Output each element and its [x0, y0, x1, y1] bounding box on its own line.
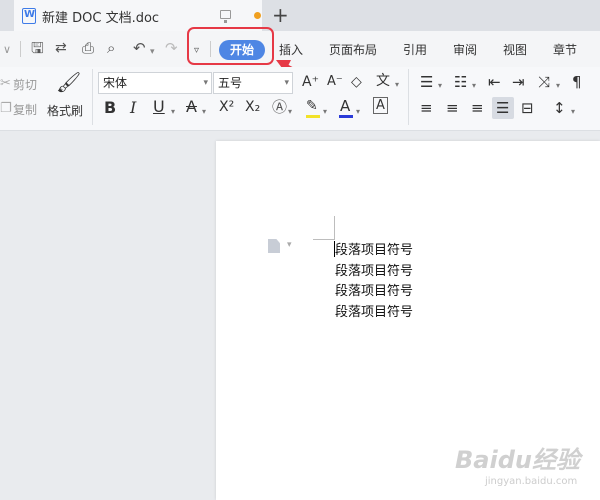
print-icon[interactable]: ⎙: [82, 39, 94, 57]
show-hide-marks-icon[interactable]: ¶: [572, 73, 582, 91]
character-shading-button[interactable]: A: [373, 97, 388, 114]
paragraph-line[interactable]: 段落项目符号: [335, 239, 413, 258]
redo-icon[interactable]: ↷: [165, 39, 178, 57]
divider: [20, 41, 21, 57]
cut-label[interactable]: 剪切: [13, 76, 37, 93]
save-icon[interactable]: 🖫: [31, 39, 44, 57]
margin-corner-mark: [334, 216, 335, 239]
font-size-select[interactable]: 五号 ▾: [213, 72, 293, 94]
strikethrough-button[interactable]: A: [186, 98, 197, 116]
line-spacing-icon[interactable]: ↕: [553, 99, 566, 117]
chevron-down-icon[interactable]: ▾: [323, 103, 327, 121]
chevron-down-icon[interactable]: ▾: [287, 240, 292, 250]
grow-font-icon[interactable]: A⁺: [302, 73, 319, 91]
tab-page-layout[interactable]: 页面布局: [329, 41, 377, 58]
monitor-icon[interactable]: [220, 10, 231, 23]
unsaved-indicator: [254, 12, 261, 19]
export-icon[interactable]: ⇄: [55, 39, 67, 57]
margin-corner-mark: [313, 239, 335, 240]
cut-icon[interactable]: ✂: [0, 75, 11, 93]
format-painter-label[interactable]: 格式刷: [47, 102, 83, 119]
decrease-indent-icon[interactable]: ⇤: [488, 73, 501, 91]
text-effect-icon[interactable]: Ⓐ: [272, 98, 287, 116]
chevron-down-icon: ▾: [203, 78, 208, 88]
divider: [408, 69, 409, 125]
writer-doc-icon: [22, 8, 36, 24]
increase-indent-icon[interactable]: ⇥: [512, 73, 525, 91]
font-name-select[interactable]: 宋体 ▾: [98, 72, 212, 94]
justify-icon[interactable]: ☰: [496, 99, 509, 117]
chevron-down-icon[interactable]: ▾: [438, 77, 442, 95]
shrink-font-icon[interactable]: A⁻: [327, 73, 343, 91]
chevron-down-icon: ▾: [284, 78, 289, 88]
annotation-highlight-box: [187, 27, 274, 65]
format-painter-icon[interactable]: 🖌: [56, 71, 81, 93]
watermark-url: jingyan.baidu.com: [485, 476, 578, 487]
chevron-down-icon[interactable]: ▾: [288, 103, 292, 121]
watermark-logo: Baidu经验: [455, 446, 580, 474]
tab-review[interactable]: 审阅: [453, 41, 477, 58]
undo-icon[interactable]: ↶: [133, 39, 146, 57]
align-center-icon[interactable]: ≡: [446, 99, 459, 117]
subscript-button[interactable]: X₂: [245, 98, 260, 116]
font-color-button[interactable]: A: [340, 97, 350, 115]
underline-button[interactable]: U: [153, 98, 165, 116]
document-title: 新建 DOC 文档.doc: [42, 11, 160, 26]
font-size-value: 五号: [218, 76, 243, 90]
align-left-icon[interactable]: ≡: [420, 99, 433, 117]
title-bar: 新建 DOC 文档.doc +: [0, 0, 600, 31]
superscript-button[interactable]: X²: [219, 98, 234, 116]
pinyin-guide-icon[interactable]: 文: [376, 72, 390, 90]
undo-dropdown-icon[interactable]: ▾: [150, 43, 155, 61]
copy-label[interactable]: 复制: [13, 101, 37, 118]
align-right-icon[interactable]: ≡: [471, 99, 484, 117]
tab-chapter[interactable]: 章节: [553, 41, 577, 58]
tab-references[interactable]: 引用: [403, 41, 427, 58]
new-tab-button[interactable]: +: [272, 3, 289, 27]
highlight-color-bar: [306, 115, 320, 118]
paragraph-line[interactable]: 段落项目符号: [335, 260, 413, 279]
chevron-down-icon[interactable]: ▾: [202, 103, 206, 121]
chevron-down-icon[interactable]: ▾: [171, 103, 175, 121]
font-name-value: 宋体: [103, 76, 128, 90]
chinese-layout-icon[interactable]: ⤨: [538, 73, 550, 91]
chevron-down-icon[interactable]: ∨: [3, 41, 11, 59]
clear-format-icon[interactable]: ◇: [351, 73, 362, 91]
bullet-list-icon[interactable]: ☰: [420, 73, 433, 91]
tab-view[interactable]: 视图: [503, 41, 527, 58]
paragraph-line[interactable]: 段落项目符号: [335, 301, 413, 320]
chevron-down-icon[interactable]: ▾: [556, 77, 560, 95]
numbered-list-icon[interactable]: ☷: [454, 73, 467, 91]
highlighter-icon[interactable]: ✎: [306, 97, 318, 115]
chevron-down-icon[interactable]: ▾: [472, 77, 476, 95]
chevron-down-icon[interactable]: ▾: [395, 76, 399, 94]
distributed-align-icon[interactable]: ⊟: [521, 99, 534, 117]
divider: [92, 69, 93, 125]
chevron-down-icon[interactable]: ▾: [571, 103, 575, 121]
font-color-bar: [339, 115, 353, 118]
paragraph-line[interactable]: 段落项目符号: [335, 280, 413, 299]
bold-button[interactable]: B: [104, 99, 116, 117]
print-preview-icon[interactable]: ⌕: [107, 39, 115, 57]
chevron-down-icon[interactable]: ▾: [356, 103, 360, 121]
ribbon-start: ✂ 剪切 ❐ 复制 🖌 格式刷 宋体 ▾ 五号 ▾ A⁺ A⁻ ◇ 文 ▾ B …: [0, 67, 600, 131]
italic-button[interactable]: I: [130, 99, 136, 117]
copy-icon[interactable]: ❐: [0, 100, 12, 118]
